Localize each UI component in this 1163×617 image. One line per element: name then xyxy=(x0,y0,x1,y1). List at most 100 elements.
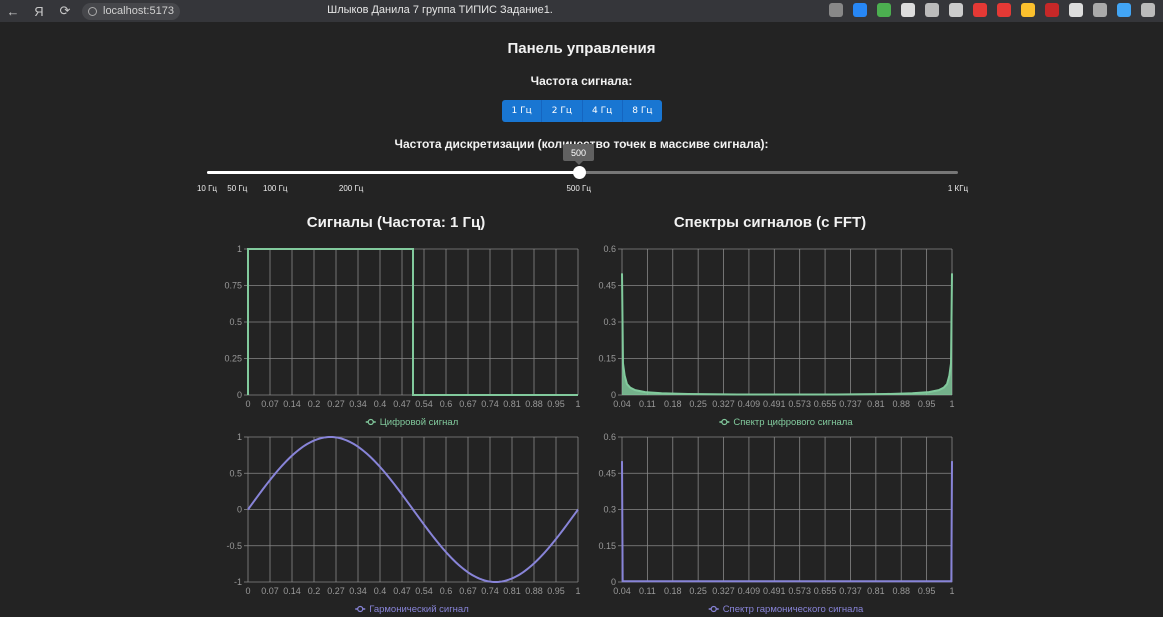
x-tick-label: 0.67 xyxy=(459,586,477,596)
x-tick-label: 0.27 xyxy=(327,586,345,596)
y-tick-label: 1 xyxy=(237,244,242,254)
series-line xyxy=(621,273,953,396)
frequency-button-8hz[interactable]: 8 Гц xyxy=(622,100,662,122)
slider-thumb[interactable] xyxy=(572,166,586,179)
adblock-icon[interactable] xyxy=(997,3,1011,17)
color-picker-icon[interactable] xyxy=(1021,3,1035,17)
video-extension-icon[interactable] xyxy=(973,3,987,17)
y-tick-label: 0.15 xyxy=(598,354,616,364)
reader-icon[interactable] xyxy=(925,3,939,17)
extensions-bar xyxy=(829,3,1155,17)
x-tick-label: 0.6 xyxy=(440,399,453,409)
slider-mark-label[interactable]: 500 Гц xyxy=(566,184,590,193)
slider-track[interactable] xyxy=(207,171,579,174)
puzzle-icon[interactable] xyxy=(1093,3,1107,17)
x-tick-label: 0.491 xyxy=(763,399,786,409)
slider-mark-label[interactable]: 10 Гц xyxy=(197,184,217,193)
sync-icon[interactable] xyxy=(1069,3,1083,17)
vpn-icon[interactable] xyxy=(949,3,963,17)
x-tick-label: 0.81 xyxy=(867,399,885,409)
chart-legend[interactable]: Цифровой сигнал xyxy=(365,417,458,428)
browser-toolbar: ← Я ⟳ localhost:5173 Шлыков Данила 7 гру… xyxy=(0,0,1163,22)
y-tick-label: -0.5 xyxy=(226,541,242,551)
x-tick-label: 0.573 xyxy=(788,586,811,596)
signals-title: Сигналы (Частота: 1 Гц) xyxy=(306,214,486,231)
x-tick-label: 0.327 xyxy=(712,586,735,596)
x-tick-label: 0.409 xyxy=(738,399,761,409)
legend-dot-icon xyxy=(367,418,374,426)
legend-dot-icon xyxy=(710,605,717,613)
y-tick-label: 0.3 xyxy=(603,317,616,327)
x-tick-label: 0.409 xyxy=(738,586,761,596)
y-tick-label: 0.45 xyxy=(598,468,616,478)
x-tick-label: 0.07 xyxy=(261,586,279,596)
x-tick-label: 0.67 xyxy=(459,399,477,409)
slider-mark-label[interactable]: 1 КГц xyxy=(948,184,968,193)
x-tick-label: 0.491 xyxy=(763,586,786,596)
x-tick-label: 0.18 xyxy=(664,586,682,596)
legend-label[interactable]: Цифровой сигнал xyxy=(380,417,458,428)
vk-extension-icon[interactable] xyxy=(853,3,867,17)
chart-legend[interactable]: Гармонический сигнал xyxy=(355,604,469,615)
chart-legend[interactable]: Спектр гармонического сигнала xyxy=(708,604,864,615)
x-tick-label: 0.07 xyxy=(261,399,279,409)
frequency-label: Частота сигнала: xyxy=(530,74,633,88)
x-tick-label: 0.25 xyxy=(689,399,707,409)
x-tick-label: 0.88 xyxy=(892,399,910,409)
globe-icon[interactable] xyxy=(901,3,915,17)
slider-mark-label[interactable]: 50 Гц xyxy=(227,184,247,193)
x-tick-label: 1 xyxy=(949,399,954,409)
x-tick-label: 0 xyxy=(245,586,250,596)
x-tick-label: 0.25 xyxy=(689,586,707,596)
y-tick-label: 0.45 xyxy=(598,281,616,291)
x-tick-label: 0.655 xyxy=(814,399,837,409)
download-icon[interactable] xyxy=(1141,3,1155,17)
x-tick-label: 1 xyxy=(575,399,580,409)
frequency-button-2hz[interactable]: 2 Гц xyxy=(542,100,583,122)
legend-label[interactable]: Спектр цифрового сигнала xyxy=(733,417,853,428)
x-tick-label: 0.95 xyxy=(547,399,565,409)
x-tick-label: 0.737 xyxy=(839,399,862,409)
download-helper-icon[interactable] xyxy=(877,3,891,17)
legend-dot-icon xyxy=(721,418,728,426)
bookmark-icon[interactable] xyxy=(829,3,843,17)
legend-label[interactable]: Спектр гармонического сигнала xyxy=(723,604,864,615)
x-tick-label: 0.2 xyxy=(308,586,321,596)
slider-value-tooltip: 500 xyxy=(563,144,594,165)
x-tick-label: 0.6 xyxy=(440,586,453,596)
frequency-button-1hz[interactable]: 1 Гц xyxy=(502,100,543,122)
y-tick-label: 0 xyxy=(611,390,616,400)
y-tick-label: -1 xyxy=(234,577,242,587)
x-tick-label: 0.54 xyxy=(415,586,433,596)
legend-label[interactable]: Гармонический сигнал xyxy=(369,604,469,615)
x-tick-label: 0.74 xyxy=(481,399,499,409)
x-tick-label: 0.655 xyxy=(814,586,837,596)
x-tick-label: 0.4 xyxy=(374,586,387,596)
harmonic-signal-chart: 0 0.07 0.14 0.2 0.27 0.34 0.4 0.47 0.54 0.6 0.67 0.… xyxy=(226,432,580,615)
x-tick-label: 0.27 xyxy=(327,399,345,409)
chart-legend[interactable]: Спектр цифрового сигнала xyxy=(719,417,853,428)
x-tick-label: 0.4 xyxy=(374,399,387,409)
y-tick-label: 0.5 xyxy=(229,317,242,327)
slider-mark-label[interactable]: 100 Гц xyxy=(263,184,287,193)
x-tick-label: 0.04 xyxy=(613,586,631,596)
x-tick-label: 0.54 xyxy=(415,399,433,409)
x-tick-label: 0.47 xyxy=(393,586,411,596)
x-tick-label: 0.573 xyxy=(788,399,811,409)
frequency-button-group: 1 Гц 2 Гц 4 Гц 8 Гц xyxy=(502,100,662,122)
y-tick-label: 0.6 xyxy=(603,244,616,254)
x-tick-label: 0.18 xyxy=(664,399,682,409)
profile-icon[interactable] xyxy=(1117,3,1131,17)
y-tick-label: 0.6 xyxy=(603,432,616,442)
x-tick-label: 0.95 xyxy=(547,586,565,596)
x-tick-label: 0.14 xyxy=(283,399,301,409)
y-tick-label: 0.25 xyxy=(224,354,242,364)
y-tick-label: 0.75 xyxy=(224,281,242,291)
slider-mark-label[interactable]: 200 Гц xyxy=(339,184,363,193)
frequency-button-4hz[interactable]: 4 Гц xyxy=(582,100,623,122)
screenshot-icon[interactable] xyxy=(1045,3,1059,17)
x-tick-label: 0.88 xyxy=(525,399,543,409)
digital-signal-chart: 0 0.07 0.14 0.2 0.27 0.34 0.4 0.47 0.54 0.6 0.67 0.… xyxy=(224,244,580,428)
x-tick-label: 1 xyxy=(949,586,954,596)
sampling-rate-slider[interactable] xyxy=(207,166,958,180)
